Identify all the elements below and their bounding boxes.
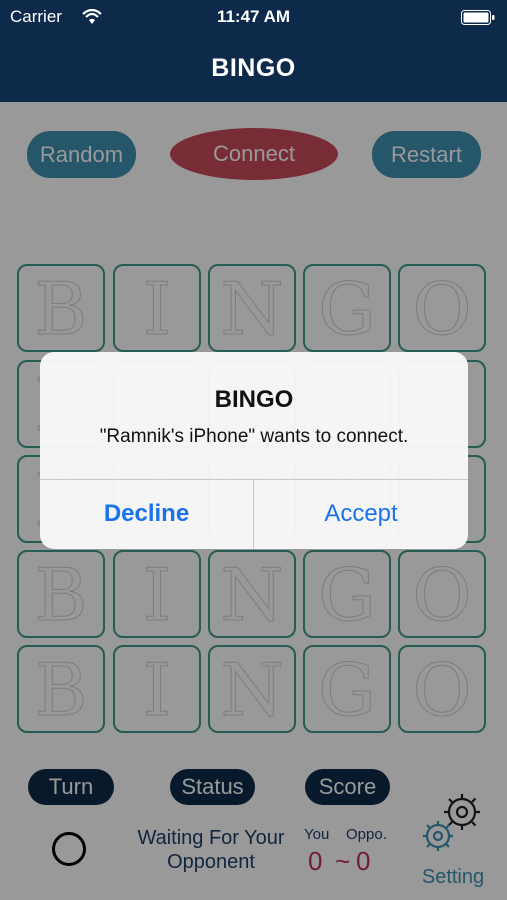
nav-bar: BINGO (0, 34, 507, 102)
status-bar: Carrier 11:47 AM (0, 0, 507, 34)
decline-button[interactable]: Decline (40, 479, 253, 549)
clock: 11:47 AM (216, 7, 291, 26)
alert-title: BINGO (214, 386, 294, 413)
alert-message: "Ramnik's iPhone" wants to connect. (99, 426, 409, 447)
accept-button[interactable]: Accept (254, 479, 468, 549)
battery-icon (461, 10, 495, 25)
connect-alert-dialog: BINGO "Ramnik's iPhone" wants to connect… (40, 352, 468, 549)
page-title: BINGO (211, 54, 296, 82)
